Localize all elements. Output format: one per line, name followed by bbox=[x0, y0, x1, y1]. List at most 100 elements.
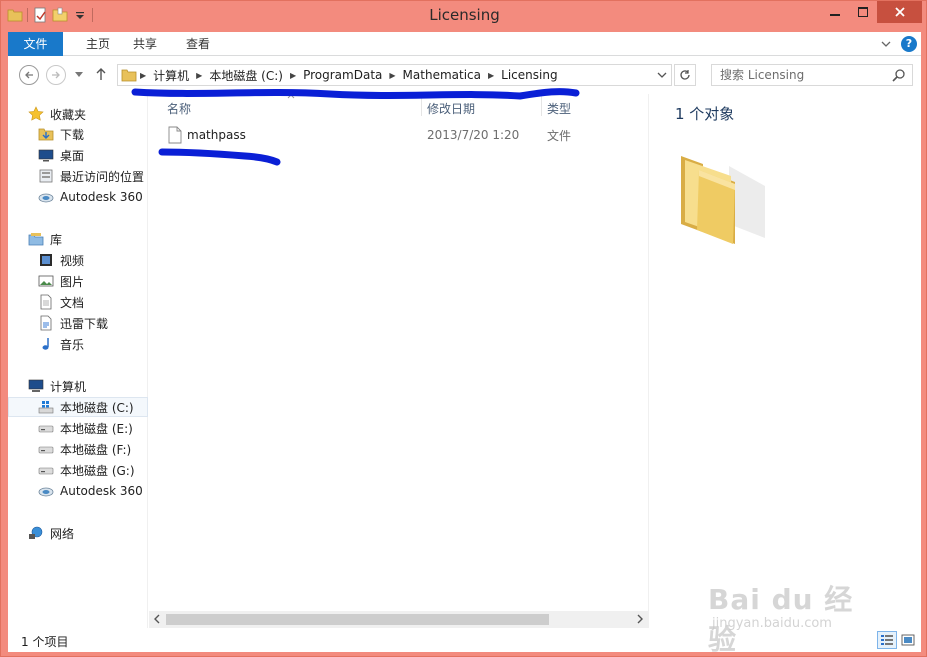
nav-item-label: 本地磁盘 (F:) bbox=[60, 442, 132, 457]
scrollbar-thumb[interactable] bbox=[166, 614, 549, 625]
back-arrow-icon bbox=[25, 71, 33, 79]
drive-icon bbox=[38, 467, 54, 475]
download-folder-icon bbox=[38, 128, 54, 141]
nav-item-label: 最近访问的位置 bbox=[60, 169, 145, 184]
nav-item-local-disk-c[interactable]: 本地磁盘 (C:) bbox=[8, 397, 148, 417]
navigation-bar: ▶ 计算机 ▶ 本地磁盘 (C:) ▶ ProgramData ▶ Mathem… bbox=[8, 56, 921, 94]
nav-item-label: 下载 bbox=[60, 127, 85, 142]
nav-item-label: 文档 bbox=[60, 295, 85, 310]
expand-ribbon-icon[interactable] bbox=[881, 40, 891, 48]
file-row[interactable]: mathpass 2013/7/20 1:20 文件 bbox=[161, 124, 641, 146]
thunder-download-icon bbox=[40, 315, 52, 331]
window-controls bbox=[821, 1, 922, 23]
search-input[interactable] bbox=[712, 68, 882, 82]
title-bar: Licensing bbox=[1, 1, 927, 32]
nav-item-downloads[interactable]: 下载 bbox=[8, 124, 148, 144]
nav-item-autodesk-360-drive[interactable]: Autodesk 360 bbox=[8, 481, 148, 501]
cloud-icon bbox=[38, 487, 54, 497]
nav-item-local-disk-f[interactable]: 本地磁盘 (F:) bbox=[8, 439, 148, 459]
search-box bbox=[711, 64, 913, 86]
back-button[interactable] bbox=[19, 65, 39, 85]
computer-icon bbox=[28, 379, 44, 392]
breadcrumb-separator-icon[interactable]: ▶ bbox=[386, 71, 398, 80]
details-pane: 1 个对象 bbox=[648, 94, 921, 628]
nav-item-pictures[interactable]: 图片 bbox=[8, 271, 148, 291]
large-icons-view-button[interactable] bbox=[898, 631, 918, 649]
details-view-button[interactable] bbox=[877, 631, 897, 649]
nav-favorites[interactable]: 收藏夹 bbox=[8, 104, 148, 124]
breadcrumb-mathematica[interactable]: Mathematica bbox=[399, 68, 485, 82]
breadcrumb-separator-icon[interactable]: ▶ bbox=[193, 71, 205, 80]
nav-item-music[interactable]: 音乐 bbox=[8, 334, 148, 354]
nav-item-local-disk-g[interactable]: 本地磁盘 (G:) bbox=[8, 460, 148, 480]
file-type: 文件 bbox=[547, 128, 572, 143]
minimize-button[interactable] bbox=[821, 1, 849, 23]
up-arrow-icon[interactable] bbox=[96, 68, 106, 81]
drive-icon bbox=[38, 446, 54, 454]
close-button[interactable] bbox=[877, 1, 922, 23]
nav-item-label: 音乐 bbox=[60, 337, 85, 352]
nav-favorites-label: 收藏夹 bbox=[50, 107, 87, 122]
window-title: Licensing bbox=[429, 6, 500, 24]
breadcrumb-programdata[interactable]: ProgramData bbox=[299, 68, 386, 82]
help-icon[interactable]: ? bbox=[901, 36, 917, 52]
column-header-name[interactable]: 名称 bbox=[167, 100, 191, 117]
cloud-icon bbox=[38, 193, 54, 203]
large-folder-icon bbox=[681, 156, 765, 244]
forward-arrow-icon bbox=[52, 71, 60, 79]
scroll-left-icon[interactable] bbox=[153, 612, 161, 629]
explorer-window: Licensing 文件 主页 共享 查看 ? ▶ 计算机 ▶ 本地磁盘 (C:… bbox=[0, 0, 927, 657]
nav-item-thunder-downloads[interactable]: 迅雷下载 bbox=[8, 313, 148, 333]
scroll-right-icon[interactable] bbox=[636, 612, 644, 629]
nav-item-label: 桌面 bbox=[60, 148, 85, 163]
document-icon bbox=[40, 294, 52, 310]
breadcrumb-separator-icon[interactable]: ▶ bbox=[287, 71, 299, 80]
tab-file[interactable]: 文件 bbox=[8, 32, 63, 56]
nav-item-label: 迅雷下载 bbox=[60, 316, 109, 331]
column-divider[interactable] bbox=[421, 96, 422, 116]
horizontal-scrollbar[interactable] bbox=[149, 611, 648, 628]
breadcrumb-separator-icon[interactable]: ▶ bbox=[485, 71, 497, 80]
tab-share[interactable]: 共享 bbox=[125, 32, 165, 56]
column-divider[interactable] bbox=[541, 96, 542, 116]
nav-network[interactable]: 网络 bbox=[8, 523, 148, 543]
tab-view[interactable]: 查看 bbox=[178, 32, 218, 56]
nav-item-documents[interactable]: 文档 bbox=[8, 292, 148, 312]
address-bar[interactable]: ▶ 计算机 ▶ 本地磁盘 (C:) ▶ ProgramData ▶ Mathem… bbox=[117, 64, 672, 86]
nav-item-desktop[interactable]: 桌面 bbox=[8, 145, 148, 165]
windows-drive-icon bbox=[38, 401, 54, 414]
refresh-button[interactable] bbox=[674, 64, 696, 86]
search-icon[interactable] bbox=[892, 68, 906, 82]
nav-item-label: 本地磁盘 (C:) bbox=[60, 400, 134, 415]
close-icon bbox=[894, 7, 905, 17]
ribbon: 文件 主页 共享 查看 ? bbox=[8, 32, 921, 56]
column-header-type[interactable]: 类型 bbox=[547, 100, 571, 117]
breadcrumb-computer[interactable]: 计算机 bbox=[149, 67, 193, 84]
file-name: mathpass bbox=[187, 128, 246, 142]
file-list-pane: 名称 修改日期 类型 mathpass 2013/7/20 1:20 文件 bbox=[149, 94, 648, 628]
breadcrumb-licensing[interactable]: Licensing bbox=[497, 68, 561, 82]
maximize-button[interactable] bbox=[849, 1, 877, 23]
nav-computer[interactable]: 计算机 bbox=[8, 376, 148, 396]
address-dropdown-icon[interactable] bbox=[657, 67, 667, 83]
nav-item-label: 本地磁盘 (G:) bbox=[60, 463, 135, 478]
nav-item-label: 视频 bbox=[60, 253, 85, 268]
recent-locations-icon[interactable] bbox=[75, 72, 83, 78]
tab-home[interactable]: 主页 bbox=[78, 32, 118, 56]
nav-item-videos[interactable]: 视频 bbox=[8, 250, 148, 270]
breadcrumb-local-disk-c[interactable]: 本地磁盘 (C:) bbox=[205, 67, 287, 84]
nav-libraries[interactable]: 库 bbox=[8, 229, 148, 249]
music-icon bbox=[42, 338, 49, 350]
nav-item-label: 本地磁盘 (E:) bbox=[60, 421, 133, 436]
nav-item-label: Autodesk 360 bbox=[60, 484, 143, 498]
maximize-icon bbox=[858, 7, 868, 17]
nav-item-autodesk-360[interactable]: Autodesk 360 bbox=[8, 187, 148, 207]
column-header-date[interactable]: 修改日期 bbox=[427, 100, 475, 117]
picture-icon bbox=[38, 275, 54, 287]
forward-button[interactable] bbox=[46, 65, 66, 85]
nav-item-recent-places[interactable]: 最近访问的位置 bbox=[8, 166, 148, 186]
sort-up-icon bbox=[287, 94, 295, 99]
breadcrumb-separator-icon[interactable]: ▶ bbox=[137, 71, 149, 80]
nav-item-local-disk-e[interactable]: 本地磁盘 (E:) bbox=[8, 418, 148, 438]
file-date: 2013/7/20 1:20 bbox=[427, 128, 520, 142]
